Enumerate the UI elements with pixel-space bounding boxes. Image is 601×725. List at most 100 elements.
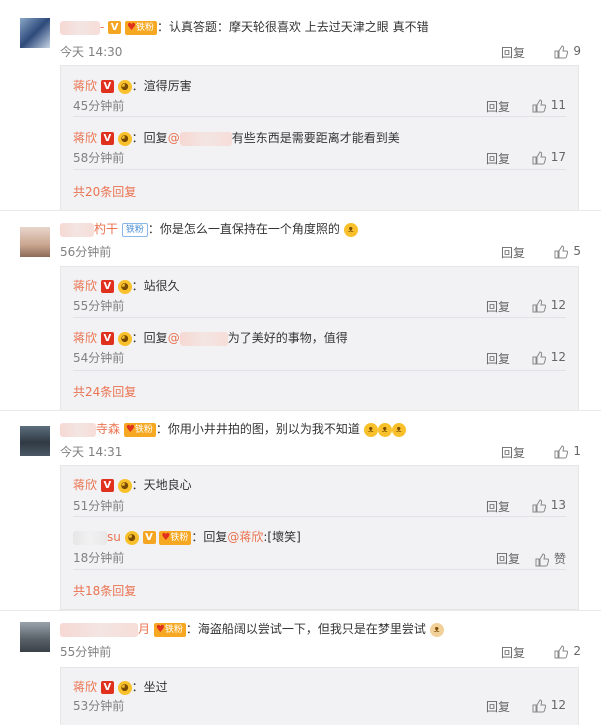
username-blurred: [179, 131, 232, 146]
like-button[interactable]: 11: [532, 98, 566, 113]
thumbs-up-icon: [532, 350, 546, 364]
reply-username[interactable]: 蒋欣: [73, 279, 97, 293]
reply-button[interactable]: 回复: [486, 698, 510, 715]
username-blurred[interactable]: [60, 422, 96, 437]
avatar[interactable]: [20, 18, 50, 48]
avatar[interactable]: [20, 227, 50, 257]
divider: [0, 610, 601, 611]
reply-button[interactable]: 回复: [486, 298, 510, 315]
reply-text: ：站很久: [131, 279, 180, 293]
username[interactable]: 杓干: [94, 222, 118, 236]
comment-body: 杓干 铁粉 ：你是怎么一直保持在一个角度照的 ᴥ: [60, 220, 358, 238]
mention-link[interactable]: @: [168, 331, 180, 345]
doge-emoji-icon: ᴥ: [343, 222, 358, 237]
avatar[interactable]: [20, 426, 50, 456]
verified-icon: V: [100, 132, 114, 145]
reply-button[interactable]: 回复: [486, 498, 510, 515]
reply-button[interactable]: 回复: [501, 44, 525, 61]
mention-link[interactable]: @: [168, 131, 180, 145]
divider: [73, 569, 566, 570]
divider: [73, 370, 566, 371]
comment-text: ：认真答题：摩天轮很喜欢 上去过天津之眼 真不错: [156, 20, 429, 34]
more-replies-link[interactable]: 共24条回复: [73, 383, 136, 400]
reply-body: 蒋欣 V ◕ ：坐过: [73, 678, 168, 696]
thumbs-up-icon: [554, 444, 569, 458]
more-replies-link[interactable]: 共18条回复: [73, 582, 136, 599]
reply-text: ：回复: [131, 131, 168, 145]
divider: [73, 116, 566, 117]
reply-actions: 回复 12: [486, 698, 566, 714]
divider: [73, 317, 566, 318]
divider: [73, 516, 566, 517]
thumbs-up-icon: [535, 552, 550, 566]
reply-box: 蒋欣 V ◕ ：坐过 53分钟前 回复 12: [60, 667, 579, 725]
more-replies-link[interactable]: 共20条回复: [73, 183, 136, 200]
like-button[interactable]: 12: [532, 698, 566, 713]
reply-body: 蒋欣 V ◕ ：回复@ 有些东西是需要距离才能看到美: [73, 129, 400, 147]
thumbs-up-icon: [532, 298, 546, 312]
reply-time: 18分钟前: [73, 551, 125, 565]
doge-emoji-icon: ᴥ: [377, 422, 392, 437]
like-button[interactable]: 赞: [535, 550, 566, 567]
comment-text: ：你是怎么一直保持在一个角度照的: [147, 222, 340, 236]
like-count: 17: [550, 150, 566, 164]
reply-actions: 回复 赞: [496, 550, 566, 566]
thumbs-up-icon: [532, 98, 546, 112]
like-button[interactable]: 13: [532, 498, 566, 513]
reply-actions: 回复 12: [486, 350, 566, 366]
reply-username[interactable]: 蒋欣: [73, 478, 97, 492]
comment-body: 月 ♥铁粉 ：海盗船阔以尝试一下，但我只是在梦里尝试 ᴥ: [60, 620, 444, 638]
like-count: 1: [573, 444, 581, 458]
like-button[interactable]: 17: [532, 150, 566, 165]
reply-actions: 回复 17: [486, 150, 566, 166]
reply-username[interactable]: 蒋欣: [73, 131, 97, 145]
reply-actions: 回复 11: [486, 98, 566, 114]
comment-text: ：你用小井井拍的图，别以为我不知道: [155, 422, 360, 436]
like-button[interactable]: 1: [554, 444, 581, 459]
comment-actions: 回复 1: [501, 444, 581, 460]
reply-box: 蒋欣 V ◕ ：天地良心 51分钟前 回复 13 su ◕ V ♥铁粉 ：回复@蒋欣…: [60, 465, 579, 610]
like-count: 12: [550, 698, 566, 712]
comment-body: 寺森 ♥铁粉 ：你用小井井拍的图，别以为我不知道 ᴥᴥᴥ: [60, 420, 406, 438]
avatar[interactable]: [20, 622, 50, 652]
comment-actions: 回复 2: [501, 644, 581, 660]
username[interactable]: 月: [138, 622, 150, 636]
reply-body: 蒋欣 V ◕ ：站很久: [73, 277, 180, 295]
like-button[interactable]: 5: [554, 244, 581, 259]
emoji-icon: ◕: [124, 530, 139, 545]
like-button[interactable]: 12: [532, 298, 566, 313]
reply-username[interactable]: 蒋欣: [73, 79, 97, 93]
emoji-icon: ◕: [117, 478, 132, 493]
reply-button[interactable]: 回复: [486, 150, 510, 167]
reply-button[interactable]: 回复: [486, 350, 510, 367]
reply-time: 45分钟前: [73, 99, 125, 113]
reply-actions: 回复 13: [486, 498, 566, 514]
reply-username[interactable]: 蒋欣: [73, 680, 97, 694]
like-button[interactable]: 12: [532, 350, 566, 365]
mention-link[interactable]: @蒋欣: [227, 530, 263, 544]
reply-button[interactable]: 回复: [501, 244, 525, 261]
comment-time: 56分钟前: [60, 245, 112, 259]
username-blurred[interactable]: [60, 622, 138, 637]
comment-actions: 回复 9: [501, 44, 581, 60]
username-blurred[interactable]: [60, 20, 100, 35]
username[interactable]: 寺森: [96, 422, 120, 436]
reply-button[interactable]: 回复: [501, 644, 525, 661]
reply-button[interactable]: 回复: [496, 550, 520, 567]
username-blurred[interactable]: [73, 530, 107, 545]
verified-icon: V: [100, 80, 114, 93]
reply-username[interactable]: 蒋欣: [73, 331, 97, 345]
reply-text: ：回复: [191, 530, 228, 544]
emoji-icon: ◕: [117, 680, 132, 695]
reply-button[interactable]: 回复: [501, 444, 525, 461]
reply-username[interactable]: su: [107, 530, 121, 544]
like-button[interactable]: 2: [554, 644, 581, 659]
verified-icon: V: [108, 21, 122, 34]
reply-text: 为了美好的事物，值得: [227, 331, 348, 345]
username-blurred[interactable]: [60, 222, 94, 237]
reply-text: :[壞笑]: [263, 530, 301, 544]
reply-button[interactable]: 回复: [486, 98, 510, 115]
thumbs-up-icon: [532, 150, 546, 164]
comment-time: 今天 14:30: [60, 45, 123, 59]
like-button[interactable]: 9: [554, 44, 581, 59]
